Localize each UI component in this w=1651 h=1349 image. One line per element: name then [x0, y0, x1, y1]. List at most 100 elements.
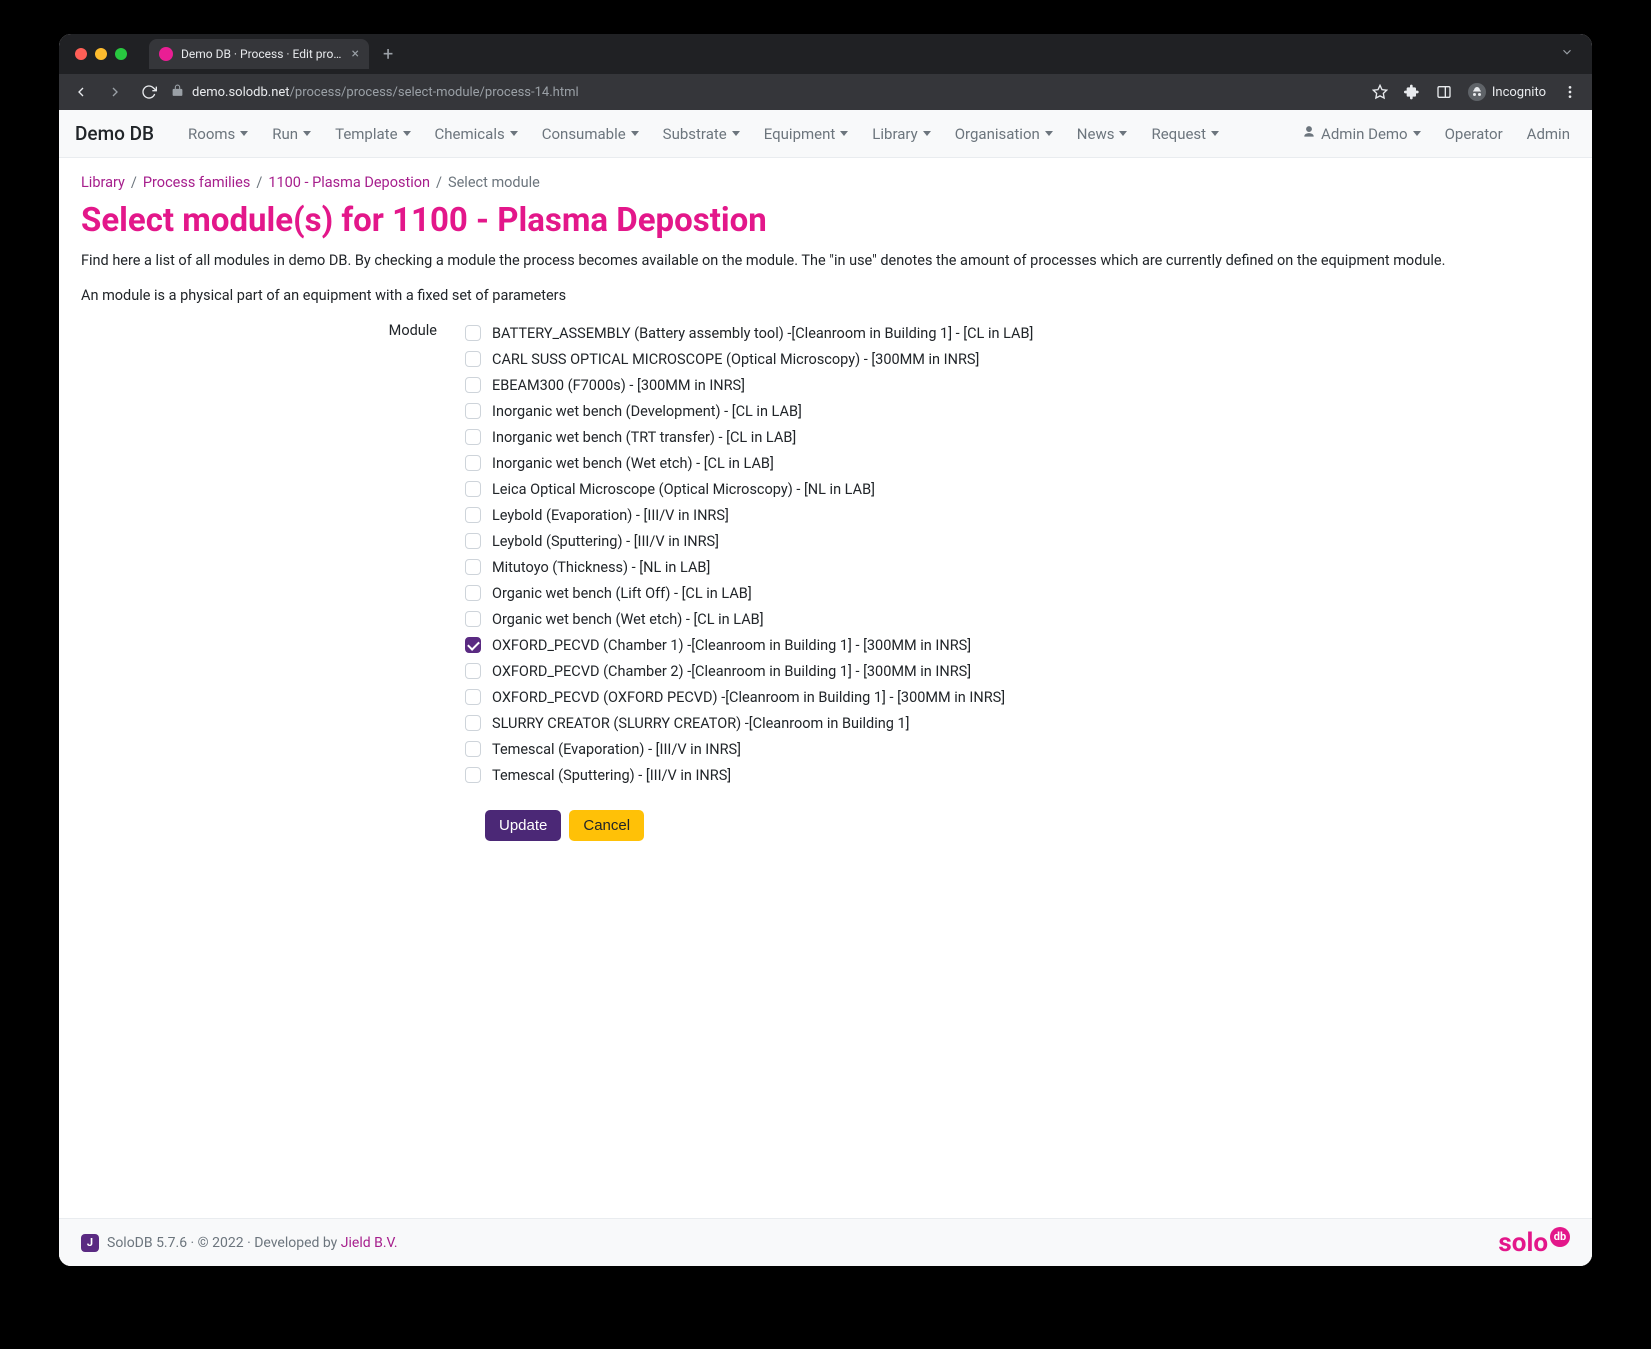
reload-button[interactable]: [141, 84, 157, 100]
incognito-badge[interactable]: Incognito: [1468, 83, 1546, 101]
module-checkbox[interactable]: [465, 559, 481, 575]
module-checkbox[interactable]: [465, 351, 481, 367]
close-window-button[interactable]: [75, 48, 87, 60]
module-checkbox[interactable]: [465, 585, 481, 601]
module-item[interactable]: Temescal (Evaporation) - [III/V in INRS]: [461, 736, 1570, 762]
panel-icon[interactable]: [1436, 84, 1452, 100]
module-item[interactable]: Leica Optical Microscope (Optical Micros…: [461, 476, 1570, 502]
footer: J SoloDB 5.7.6 · © 2022 · Developed by J…: [59, 1218, 1592, 1266]
module-item[interactable]: Organic wet bench (Wet etch) - [CL in LA…: [461, 606, 1570, 632]
new-tab-button[interactable]: +: [383, 44, 393, 65]
module-item[interactable]: OXFORD_PECVD (OXFORD PECVD) -[Cleanroom …: [461, 684, 1570, 710]
user-menu[interactable]: Admin Demo: [1296, 121, 1427, 147]
breadcrumb-separator: /: [250, 174, 268, 191]
nav-item-library[interactable]: Library: [862, 117, 940, 151]
module-item[interactable]: Inorganic wet bench (TRT transfer) - [CL…: [461, 424, 1570, 450]
nav-item-run[interactable]: Run: [262, 117, 321, 151]
module-label-text: EBEAM300 (F7000s) - [300MM in INRS]: [492, 377, 745, 394]
module-checkbox[interactable]: [465, 533, 481, 549]
module-label-text: Mitutoyo (Thickness) - [NL in LAB]: [492, 559, 710, 576]
form-actions: Update Cancel: [485, 810, 1570, 841]
module-checkbox[interactable]: [465, 325, 481, 341]
module-item[interactable]: Leybold (Evaporation) - [III/V in INRS]: [461, 502, 1570, 528]
chevron-down-icon: [1413, 131, 1421, 136]
module-checkbox[interactable]: [465, 403, 481, 419]
module-checkbox[interactable]: [465, 715, 481, 731]
footer-text: SoloDB 5.7.6 · © 2022 · Developed by Jie…: [107, 1235, 398, 1251]
module-item[interactable]: Inorganic wet bench (Development) - [CL …: [461, 398, 1570, 424]
bookmark-icon[interactable]: [1372, 84, 1388, 100]
module-item[interactable]: Mitutoyo (Thickness) - [NL in LAB]: [461, 554, 1570, 580]
forward-button[interactable]: [107, 84, 123, 100]
chevron-down-icon: [732, 131, 740, 136]
breadcrumb-separator: /: [430, 174, 448, 191]
module-checkbox[interactable]: [465, 689, 481, 705]
module-item[interactable]: Organic wet bench (Lift Off) - [CL in LA…: [461, 580, 1570, 606]
module-item[interactable]: EBEAM300 (F7000s) - [300MM in INRS]: [461, 372, 1570, 398]
nav-item-organisation[interactable]: Organisation: [945, 117, 1063, 151]
nav-item-consumable[interactable]: Consumable: [532, 117, 649, 151]
breadcrumb-link[interactable]: 1100 - Plasma Depostion: [268, 174, 430, 191]
nav-item-rooms[interactable]: Rooms: [178, 117, 258, 151]
page-description-2: An module is a physical part of an equip…: [81, 285, 1570, 306]
module-checkbox[interactable]: [465, 663, 481, 679]
cancel-button[interactable]: Cancel: [569, 810, 644, 841]
module-checkbox[interactable]: [465, 507, 481, 523]
close-tab-icon[interactable]: ×: [352, 46, 359, 62]
nav-item-equipment[interactable]: Equipment: [754, 117, 859, 151]
minimize-window-button[interactable]: [95, 48, 107, 60]
module-item[interactable]: SLURRY CREATOR (SLURRY CREATOR) -[Cleanr…: [461, 710, 1570, 736]
nav-item-news[interactable]: News: [1067, 117, 1138, 151]
developer-link[interactable]: Jield B.V.: [341, 1235, 398, 1251]
nav-operator-link[interactable]: Operator: [1439, 121, 1509, 147]
module-label-text: OXFORD_PECVD (Chamber 1) -[Cleanroom in …: [492, 637, 971, 654]
module-label-text: CARL SUSS OPTICAL MICROSCOPE (Optical Mi…: [492, 351, 979, 368]
nav-item-label: Substrate: [663, 125, 727, 143]
url-box[interactable]: demo.solodb.net/process/process/select-m…: [171, 84, 1358, 101]
back-button[interactable]: [73, 84, 89, 100]
module-item[interactable]: OXFORD_PECVD (Chamber 2) -[Cleanroom in …: [461, 658, 1570, 684]
page-title: Select module(s) for 1100 - Plasma Depos…: [81, 201, 1570, 240]
module-checkbox[interactable]: [465, 481, 481, 497]
nav-item-substrate[interactable]: Substrate: [653, 117, 750, 151]
brand[interactable]: Demo DB: [75, 122, 154, 145]
nav-item-label: Request: [1151, 125, 1206, 143]
extensions-icon[interactable]: [1404, 84, 1420, 100]
module-checkbox[interactable]: [465, 741, 481, 757]
module-checkbox[interactable]: [465, 611, 481, 627]
tab-overflow-icon[interactable]: [1560, 45, 1574, 63]
nav-item-chemicals[interactable]: Chemicals: [425, 117, 528, 151]
nav-admin-link[interactable]: Admin: [1521, 121, 1576, 147]
nav-item-label: Consumable: [542, 125, 626, 143]
update-button[interactable]: Update: [485, 810, 561, 841]
module-item[interactable]: CARL SUSS OPTICAL MICROSCOPE (Optical Mi…: [461, 346, 1570, 372]
module-checkbox[interactable]: [465, 429, 481, 445]
nav-item-label: News: [1077, 125, 1115, 143]
content-area: Library/Process families/1100 - Plasma D…: [59, 158, 1592, 1218]
module-label-text: Leybold (Sputtering) - [III/V in INRS]: [492, 533, 719, 550]
module-label-text: Inorganic wet bench (Wet etch) - [CL in …: [492, 455, 774, 472]
module-checkbox[interactable]: [465, 637, 481, 653]
more-menu-icon[interactable]: [1562, 84, 1578, 100]
module-item[interactable]: Temescal (Sputtering) - [III/V in INRS]: [461, 762, 1570, 788]
module-item[interactable]: Leybold (Sputtering) - [III/V in INRS]: [461, 528, 1570, 554]
nav-item-request[interactable]: Request: [1141, 117, 1229, 151]
breadcrumb-link[interactable]: Process families: [143, 174, 250, 191]
breadcrumb-current: Select module: [448, 174, 540, 191]
maximize-window-button[interactable]: [115, 48, 127, 60]
nav-item-label: Library: [872, 125, 917, 143]
module-item[interactable]: BATTERY_ASSEMBLY (Battery assembly tool)…: [461, 320, 1570, 346]
url-text: demo.solodb.net/process/process/select-m…: [192, 85, 579, 100]
browser-tab[interactable]: Demo DB · Process · Edit proce ×: [149, 39, 369, 69]
module-item[interactable]: OXFORD_PECVD (Chamber 1) -[Cleanroom in …: [461, 632, 1570, 658]
nav-item-template[interactable]: Template: [325, 117, 420, 151]
module-checkbox[interactable]: [465, 377, 481, 393]
module-label-text: Leybold (Evaporation) - [III/V in INRS]: [492, 507, 729, 524]
breadcrumb-link[interactable]: Library: [81, 174, 125, 191]
address-bar: demo.solodb.net/process/process/select-m…: [59, 74, 1592, 110]
module-checkbox[interactable]: [465, 767, 481, 783]
window-controls: [75, 48, 127, 60]
module-row: Module BATTERY_ASSEMBLY (Battery assembl…: [81, 320, 1570, 788]
module-checkbox[interactable]: [465, 455, 481, 471]
module-item[interactable]: Inorganic wet bench (Wet etch) - [CL in …: [461, 450, 1570, 476]
